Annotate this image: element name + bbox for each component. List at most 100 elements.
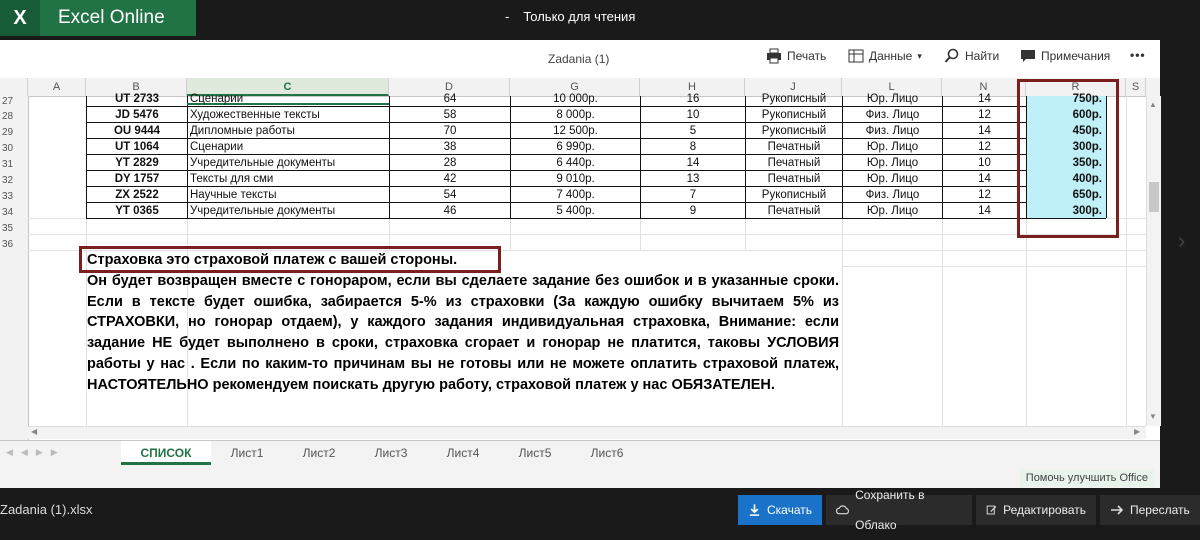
cell[interactable]: Рукописный — [746, 91, 842, 107]
cell[interactable]: Физ. Лицо — [843, 187, 942, 203]
cell[interactable]: OU 9444 — [87, 123, 187, 139]
cell[interactable]: 64 — [390, 91, 510, 107]
chevron-right-icon[interactable]: › — [1178, 228, 1194, 253]
cell[interactable]: 5 400р. — [511, 203, 640, 219]
cell[interactable]: 46 — [390, 203, 510, 219]
row-header[interactable]: 35 — [0, 223, 28, 234]
cell[interactable]: YT 2829 — [87, 155, 187, 171]
row-header[interactable]: 29 — [0, 127, 28, 138]
download-button[interactable]: Скачать — [738, 495, 822, 525]
cell[interactable]: 12 — [943, 107, 1026, 123]
save-to-cloud-button[interactable]: Сохранить в Облако — [826, 488, 972, 532]
cell[interactable]: Юр. Лицо — [843, 139, 942, 155]
scroll-left-icon[interactable]: ◀ — [31, 427, 37, 436]
cell[interactable]: Художественные тексты — [188, 107, 389, 123]
cell[interactable]: Учредительные документы — [188, 155, 389, 171]
cell[interactable]: 7 — [641, 187, 745, 203]
cell[interactable]: ZX 2522 — [87, 187, 187, 203]
cell[interactable]: 9 — [641, 203, 745, 219]
cell[interactable]: 10 — [943, 155, 1026, 171]
cell[interactable]: Тексты для сми — [188, 171, 389, 187]
cell[interactable]: Печатный — [746, 139, 842, 155]
cell[interactable]: Юр. Лицо — [843, 91, 942, 107]
cell[interactable]: YT 0365 — [87, 203, 187, 219]
forward-button[interactable]: Переслать — [1100, 495, 1200, 525]
cell[interactable]: Дипломные работы — [188, 123, 389, 139]
row-header[interactable]: 33 — [0, 191, 28, 202]
cell[interactable]: 42 — [390, 171, 510, 187]
cell[interactable]: 8 — [641, 139, 745, 155]
cell[interactable]: 54 — [390, 187, 510, 203]
tab-list2[interactable]: Лист2 — [284, 441, 354, 465]
cell[interactable]: 6 440р. — [511, 155, 640, 171]
cell[interactable]: DY 1757 — [87, 171, 187, 187]
cell[interactable]: UT 2733 — [87, 91, 187, 107]
column-header[interactable]: S — [1126, 78, 1146, 96]
cell[interactable]: Печатный — [746, 155, 842, 171]
cell[interactable]: 6 990р. — [511, 139, 640, 155]
cell[interactable]: 14 — [943, 171, 1026, 187]
cell[interactable]: 16 — [641, 91, 745, 107]
cell[interactable]: Юр. Лицо — [843, 203, 942, 219]
comments-button[interactable]: Примечания — [1020, 48, 1110, 64]
cell[interactable]: Физ. Лицо — [843, 107, 942, 123]
column-header[interactable]: A — [28, 78, 86, 96]
cell[interactable]: Рукописный — [746, 123, 842, 139]
row-header[interactable]: 27 — [0, 96, 28, 107]
cell[interactable]: 10 000р. — [511, 91, 640, 107]
tab-list5[interactable]: Лист5 — [500, 441, 570, 465]
cell[interactable]: 9 010р. — [511, 171, 640, 187]
cell[interactable]: 13 — [641, 171, 745, 187]
cell[interactable]: JD 5476 — [87, 107, 187, 123]
cell[interactable]: Печатный — [746, 203, 842, 219]
find-button[interactable]: Найти — [944, 48, 999, 64]
tab-spisok[interactable]: СПИСОК — [121, 441, 211, 465]
cell[interactable]: Рукописный — [746, 187, 842, 203]
row-header[interactable]: 34 — [0, 207, 28, 218]
edit-button[interactable]: Редактировать — [976, 495, 1096, 525]
app-brand[interactable]: X Excel Online — [0, 0, 196, 36]
tab-nav-icons[interactable]: ◀◀▶▶ — [6, 447, 66, 458]
cell[interactable]: Физ. Лицо — [843, 123, 942, 139]
row-header[interactable]: 31 — [0, 159, 28, 170]
scroll-down-icon[interactable]: ▼ — [1149, 413, 1158, 421]
cell[interactable]: 14 — [943, 203, 1026, 219]
more-options-button[interactable]: ••• — [1130, 48, 1146, 62]
cell[interactable]: 7 400р. — [511, 187, 640, 203]
cell[interactable]: Рукописный — [746, 107, 842, 123]
cell[interactable]: Юр. Лицо — [843, 155, 942, 171]
cell[interactable]: 12 — [943, 187, 1026, 203]
cell[interactable]: Юр. Лицо — [843, 171, 942, 187]
cell[interactable]: 14 — [641, 155, 745, 171]
cell[interactable]: Сценарии — [188, 139, 389, 155]
cell[interactable]: 12 500р. — [511, 123, 640, 139]
vertical-scrollbar[interactable]: ▲ ▼ — [1146, 96, 1161, 426]
cell[interactable]: Сценарии — [188, 91, 389, 107]
select-all-corner[interactable] — [0, 78, 28, 96]
cell[interactable]: 38 — [390, 139, 510, 155]
scroll-up-icon[interactable]: ▲ — [1149, 101, 1158, 109]
scrollbar-thumb[interactable] — [1149, 182, 1159, 212]
data-menu-button[interactable]: Данные ▾ — [848, 48, 922, 64]
cell[interactable]: 14 — [943, 91, 1026, 107]
scroll-right-icon[interactable]: ▶ — [1134, 427, 1140, 436]
row-header[interactable]: 28 — [0, 111, 28, 122]
cell[interactable]: UT 1064 — [87, 139, 187, 155]
cell[interactable]: 12 — [943, 139, 1026, 155]
row-header[interactable]: 30 — [0, 143, 28, 154]
print-button[interactable]: Печать — [766, 48, 826, 64]
cell[interactable]: 70 — [390, 123, 510, 139]
row-header[interactable]: 36 — [0, 239, 28, 250]
cell[interactable]: Печатный — [746, 171, 842, 187]
help-improve-link[interactable]: Помочь улучшить Office — [1019, 469, 1154, 487]
cell[interactable]: 58 — [390, 107, 510, 123]
tab-list6[interactable]: Лист6 — [572, 441, 642, 465]
tab-list1[interactable]: Лист1 — [212, 441, 282, 465]
cell[interactable]: 10 — [641, 107, 745, 123]
cell[interactable]: 5 — [641, 123, 745, 139]
cell[interactable]: 8 000р. — [511, 107, 640, 123]
cell[interactable]: Учредительные документы — [188, 203, 389, 219]
tab-list4[interactable]: Лист4 — [428, 441, 498, 465]
cell[interactable]: 28 — [390, 155, 510, 171]
tab-list3[interactable]: Лист3 — [356, 441, 426, 465]
